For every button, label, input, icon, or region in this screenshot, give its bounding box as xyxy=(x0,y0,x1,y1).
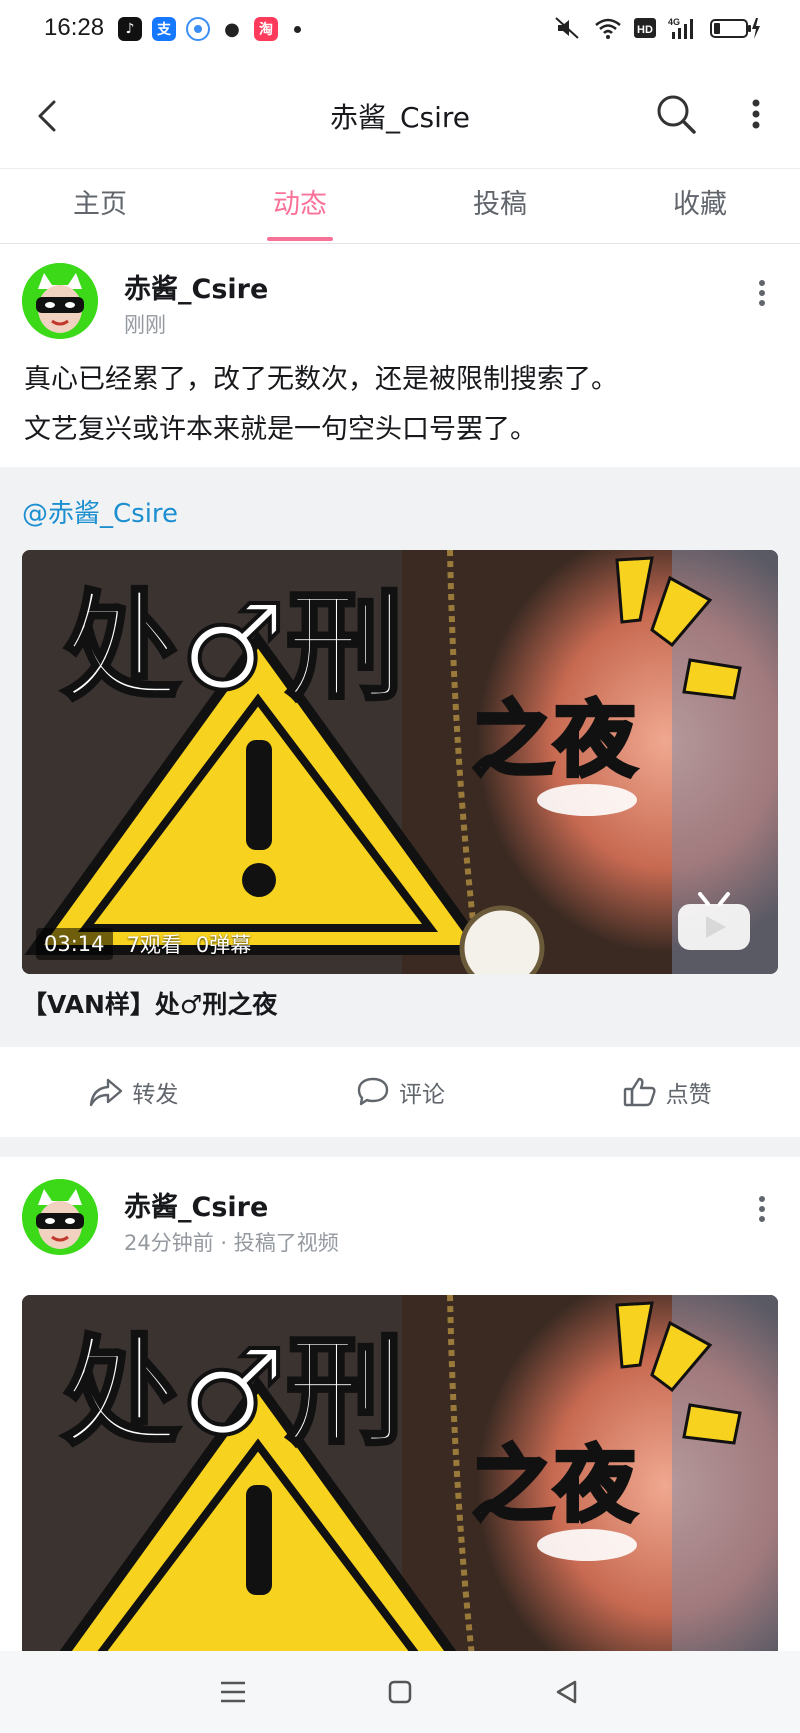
status-app-icons: ♪ 支 ● 淘 xyxy=(118,17,301,41)
mute-icon xyxy=(555,17,579,39)
comment-button[interactable]: 评论 xyxy=(267,1047,534,1137)
video-title[interactable]: 【VAN样】处♂刑之夜 xyxy=(22,985,277,1021)
browser-icon xyxy=(186,17,210,41)
svg-text:HD: HD xyxy=(637,24,653,36)
system-navigation-bar xyxy=(0,1651,800,1733)
avatar[interactable] xyxy=(22,1179,98,1255)
status-bar: 16:28 ♪ 支 ● 淘 HD 4G xyxy=(0,0,800,62)
home-button[interactable] xyxy=(376,1668,424,1716)
video-meta: 03:14 7观看 0弹幕 xyxy=(36,928,251,960)
tab-dynamics[interactable]: 动态 xyxy=(200,169,400,243)
post-card: 赤酱_Csire 刚刚 真心已经累了，改了无数次，还是被限制搜索了。 文艺复兴或… xyxy=(0,245,800,467)
share-icon xyxy=(90,1078,123,1107)
more-vertical-icon xyxy=(759,1196,765,1222)
taobao-icon: 淘 xyxy=(254,17,278,41)
thumb-sub-text: 之夜 xyxy=(470,1438,638,1533)
reposted-content[interactable]: @赤酱_Csire 处♂刑 之夜 03:14 7观看 0弹幕 【VAN样】处♂刑… xyxy=(0,467,800,1047)
tab-submissions[interactable]: 投稿 xyxy=(400,169,600,243)
recent-apps-button[interactable] xyxy=(209,1668,257,1716)
post-author-name[interactable]: 赤酱_Csire xyxy=(124,267,268,306)
post-card: 赤酱_Csire 24分钟前 · 投稿了视频 处♂刑 之夜 xyxy=(0,1157,800,1651)
avatar-cat-mask-icon xyxy=(22,1179,98,1255)
like-button[interactable]: 点赞 xyxy=(533,1047,800,1137)
video-thumbnail[interactable]: 处♂刑 之夜 03:14 7观看 0弹幕 xyxy=(22,550,778,974)
post-time: 24分钟前 · 投稿了视频 xyxy=(124,1231,339,1255)
alipay-icon: 支 xyxy=(152,17,176,41)
top-app-bar: 赤酱_Csire xyxy=(0,62,800,168)
notification-dot xyxy=(294,25,301,33)
post-author-name[interactable]: 赤酱_Csire xyxy=(124,1185,268,1224)
thumb-big-text: 处♂刑 xyxy=(60,1323,406,1461)
post-more-button[interactable] xyxy=(744,1187,780,1235)
post-actions: 转发 评论 点赞 xyxy=(0,1047,800,1137)
more-vertical-icon xyxy=(759,280,765,306)
thumbs-up-icon xyxy=(623,1077,656,1107)
tiktok-icon: ♪ xyxy=(118,17,142,41)
wechat-icon: ● xyxy=(220,17,244,41)
thumb-sub-text: 之夜 xyxy=(470,693,638,788)
share-label: 转发 xyxy=(132,1082,179,1108)
wifi-icon xyxy=(595,18,621,39)
more-options-button[interactable] xyxy=(738,90,774,138)
comment-label: 评论 xyxy=(399,1082,445,1108)
tab-favorites[interactable]: 收藏 xyxy=(600,169,800,243)
post-text-line: 真心已经累了，改了无数次，还是被限制搜索了。 xyxy=(24,364,618,395)
search-icon xyxy=(657,95,696,134)
bilibili-tv-icon xyxy=(676,892,752,952)
system-back-button[interactable] xyxy=(543,1668,591,1716)
post-text-line: 文艺复兴或许本来就是一句空头口号罢了。 xyxy=(24,414,537,445)
more-vertical-icon xyxy=(752,99,760,129)
repost-author-mention[interactable]: @赤酱_Csire xyxy=(22,493,178,530)
tab-home[interactable]: 主页 xyxy=(0,169,200,243)
avatar[interactable] xyxy=(22,263,98,339)
search-button[interactable] xyxy=(652,90,700,138)
4g-signal-icon: 4G xyxy=(668,17,693,39)
share-button[interactable]: 转发 xyxy=(0,1047,267,1137)
triangle-back-icon xyxy=(556,1680,576,1704)
like-label: 点赞 xyxy=(665,1082,712,1108)
hd-icon: HD xyxy=(634,18,656,38)
menu-icon xyxy=(221,1681,246,1703)
comment-icon xyxy=(357,1077,389,1106)
status-system-icons: HD 4G xyxy=(554,16,760,40)
post-time: 刚刚 xyxy=(124,313,166,337)
svg-text:4G: 4G xyxy=(668,17,680,27)
video-view-count: 7观看 xyxy=(126,933,182,957)
thumb-big-text: 处♂刑 xyxy=(60,578,406,716)
video-danmaku-count: 0弹幕 xyxy=(195,933,252,957)
post-text: 真心已经累了，改了无数次，还是被限制搜索了。 文艺复兴或许本来就是一句空头口号罢… xyxy=(24,355,776,455)
square-icon xyxy=(388,1680,412,1704)
video-thumbnail[interactable]: 处♂刑 之夜 xyxy=(22,1295,778,1651)
post-more-button[interactable] xyxy=(744,271,780,319)
avatar-cat-mask-icon xyxy=(22,263,98,339)
profile-tabs: 主页 动态 投稿 收藏 xyxy=(0,168,800,244)
status-time: 16:28 xyxy=(44,14,105,41)
battery-charging-icon xyxy=(710,18,760,39)
post-divider xyxy=(0,1137,800,1157)
video-duration: 03:14 xyxy=(36,928,113,960)
